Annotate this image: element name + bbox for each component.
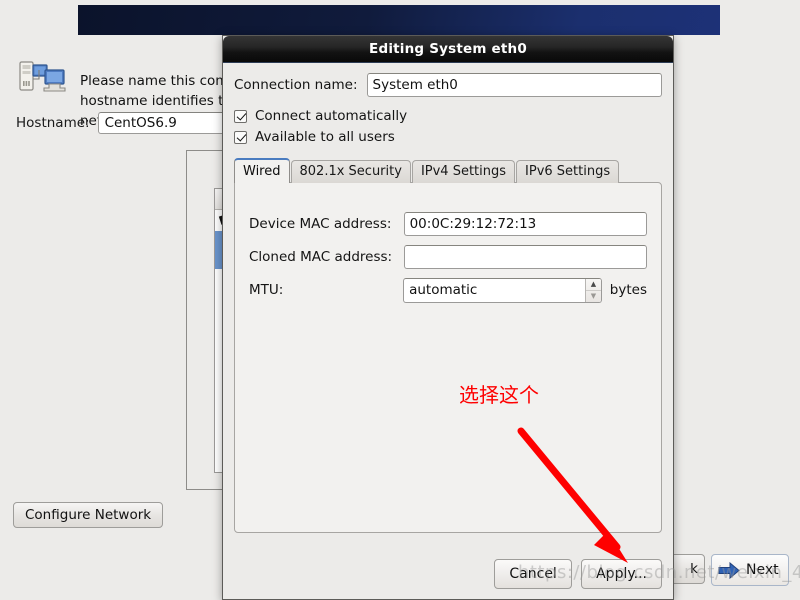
connection-name-row: Connection name: — [234, 73, 662, 97]
mtu-spinbox[interactable]: ▲ ▼ — [403, 277, 602, 303]
mtu-stepper-up-icon[interactable]: ▲ — [586, 279, 601, 290]
tab-ipv4-settings[interactable]: IPv4 Settings — [411, 160, 516, 183]
device-mac-input[interactable] — [403, 212, 647, 236]
dialog-body: Connection name: Connect automatically A… — [223, 63, 673, 599]
annotation-note: 选择这个 — [459, 383, 539, 407]
hostname-label: Hostname: — [16, 115, 90, 131]
tab-wired[interactable]: Wired — [234, 158, 290, 183]
device-mac-label: Device MAC address: — [249, 216, 392, 232]
installer-banner — [78, 5, 720, 35]
next-button[interactable]: Next — [711, 554, 789, 586]
mtu-unit-label: bytes — [609, 282, 647, 298]
tab-8021x-security[interactable]: 802.1x Security — [290, 160, 411, 183]
apply-button[interactable]: Apply... — [581, 559, 662, 589]
cloned-mac-label: Cloned MAC address: — [249, 249, 393, 265]
arrow-right-icon — [718, 561, 740, 579]
connect-automatically-label: Connect automatically — [255, 108, 408, 124]
cancel-button[interactable]: Cancel — [494, 559, 573, 589]
connection-name-label: Connection name: — [234, 77, 358, 93]
mtu-stepper-down-icon[interactable]: ▼ — [586, 289, 601, 302]
wired-tab-panel: Device MAC address: Cloned MAC address: … — [234, 182, 662, 533]
connection-name-input[interactable] — [366, 73, 662, 97]
mtu-row: MTU: ▲ ▼ bytes — [249, 277, 647, 303]
dialog-titlebar: Editing System eth0 — [223, 36, 673, 63]
settings-tab-strip: Wired 802.1x Security IPv4 Settings IPv6… — [234, 158, 662, 183]
mtu-input[interactable] — [404, 278, 586, 302]
next-button-label: Next — [746, 562, 779, 578]
cloned-mac-row: Cloned MAC address: — [249, 244, 647, 270]
connect-automatically-checkbox[interactable] — [234, 109, 247, 123]
tab-ipv6-settings[interactable]: IPv6 Settings — [516, 160, 620, 183]
dialog-button-bar: Cancel Apply... — [494, 559, 662, 589]
dialog-title: Editing System eth0 — [369, 41, 527, 57]
mtu-stepper[interactable]: ▲ ▼ — [585, 278, 601, 302]
editing-connection-dialog: Editing System eth0 Connection name: Con… — [222, 35, 674, 600]
network-computers-icon — [19, 61, 66, 92]
device-mac-row: Device MAC address: — [249, 211, 647, 237]
available-to-all-users-label: Available to all users — [255, 129, 395, 145]
configure-network-button[interactable]: Configure Network — [13, 502, 164, 528]
hostname-row: Hostname: — [16, 112, 248, 134]
mtu-label: MTU: — [249, 282, 284, 298]
connect-automatically-row[interactable]: Connect automatically — [234, 106, 662, 126]
cloned-mac-input[interactable] — [403, 245, 647, 269]
available-to-all-users-checkbox[interactable] — [234, 130, 247, 144]
available-to-all-users-row[interactable]: Available to all users — [234, 127, 662, 147]
